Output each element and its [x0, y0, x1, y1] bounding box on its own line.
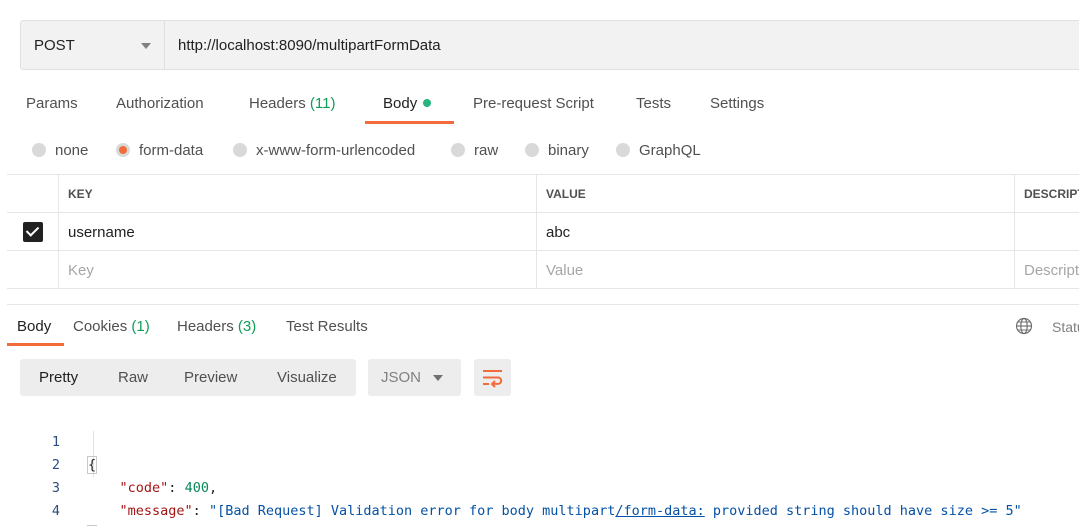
tab-headers[interactable]: Headers (11) [249, 84, 335, 124]
radio-form-data[interactable]: form-data [116, 136, 203, 164]
tab-label: Params [26, 95, 78, 112]
response-status-label: Status [1052, 319, 1079, 335]
json-string-link[interactable]: /form-data: [615, 503, 704, 519]
tab-tests[interactable]: Tests [636, 84, 671, 124]
request-tabs: Params Authorization Headers (11) Body P… [0, 84, 1079, 124]
code-text: "message": "[Bad Request] Validation err… [119, 503, 1022, 519]
response-tab-headers[interactable]: Headers (3) [177, 310, 256, 344]
headers-count: (11) [309, 95, 336, 112]
json-string-part: provided string should have size >= 5" [704, 503, 1022, 519]
response-tab-test-results[interactable]: Test Results [286, 310, 368, 344]
response-headers-count: (3) [237, 318, 257, 335]
table-header-row: KEY VALUE DESCRIPTION [7, 175, 1079, 213]
row-check-cell [7, 213, 58, 251]
view-preview-button[interactable]: Preview [184, 359, 237, 396]
new-key-input[interactable]: Key [58, 251, 536, 289]
method-label: POST [34, 36, 75, 54]
radio-dot-icon [32, 143, 46, 157]
request-url-bar: POST [20, 20, 1079, 70]
radio-dot-icon [616, 143, 630, 157]
form-data-table: KEY VALUE DESCRIPTION username abc Key V… [7, 174, 1079, 289]
tab-params[interactable]: Params [26, 84, 78, 124]
view-raw-button[interactable]: Raw [118, 359, 148, 396]
json-key: "message" [119, 503, 193, 519]
active-tab-indicator [365, 121, 454, 124]
row-value-cell[interactable]: abc [536, 213, 1014, 251]
wrap-lines-button[interactable] [474, 359, 511, 396]
wrap-lines-icon [483, 370, 503, 388]
globe-icon[interactable] [1015, 317, 1033, 335]
tab-label: Tests [636, 95, 672, 112]
code-line: 2 "code": 400, [0, 431, 1079, 496]
radio-dot-selected-icon [116, 143, 130, 157]
json-string-part: "[Bad Request] Validation error for body… [208, 503, 616, 519]
view-pretty-button[interactable]: Pretty [39, 359, 78, 396]
tab-authorization[interactable]: Authorization [116, 84, 204, 124]
tab-pre-request-script[interactable]: Pre-request Script [473, 84, 594, 124]
tab-label: Cookies [73, 318, 128, 335]
row-description-cell[interactable] [1014, 213, 1079, 251]
table-row: username abc [7, 213, 1079, 251]
code-line: 4 } [0, 477, 1079, 526]
chevron-down-icon [433, 375, 443, 381]
column-header-value: VALUE [536, 175, 1014, 213]
tab-label: Body [383, 95, 418, 112]
method-select[interactable]: POST [21, 21, 165, 69]
code-line: 1 { [0, 408, 1079, 474]
radio-label: GraphQL [639, 141, 701, 159]
row-check-cell [7, 251, 58, 289]
radio-label: binary [548, 141, 589, 159]
radio-dot-icon [233, 143, 247, 157]
response-body-viewer: 1 { 2 "code": 400, 3 "message": "[Bad Re… [0, 408, 1079, 526]
tab-label: Authorization [116, 95, 204, 112]
new-value-input[interactable]: Value [536, 251, 1014, 289]
line-number: 4 [51, 503, 60, 519]
body-modified-dot-icon [423, 99, 432, 107]
format-label: JSON [381, 369, 422, 386]
cookies-count: (1) [131, 318, 150, 335]
tab-label: Settings [710, 95, 765, 112]
format-select[interactable]: JSON [368, 359, 461, 396]
active-response-tab-indicator [7, 343, 64, 346]
view-visualize-button[interactable]: Visualize [277, 359, 337, 396]
radio-label: form-data [139, 141, 204, 159]
radio-graphql[interactable]: GraphQL [616, 136, 701, 164]
tab-settings[interactable]: Settings [710, 84, 764, 124]
column-header-description: DESCRIPTION [1014, 175, 1079, 213]
url-input[interactable] [165, 21, 1079, 69]
response-divider [7, 304, 1079, 305]
tab-label: Headers [249, 95, 306, 112]
tab-label: Body [17, 318, 52, 335]
response-tab-body[interactable]: Body [17, 310, 51, 344]
radio-none[interactable]: none [32, 136, 88, 164]
tab-label: Test Results [286, 318, 368, 335]
response-tabs: Body Cookies (1) Headers (3) Test Result… [0, 310, 1079, 346]
body-type-radios: none form-data x-www-form-urlencoded raw… [0, 136, 1079, 164]
header-check-cell [7, 175, 58, 213]
radio-binary[interactable]: binary [525, 136, 589, 164]
radio-dot-icon [451, 143, 465, 157]
json-string-value: "[Bad Request] Validation error for body… [209, 503, 1022, 519]
row-enabled-checkbox[interactable] [22, 222, 43, 242]
tab-label: Pre-request Script [473, 95, 594, 112]
radio-label: none [55, 141, 89, 159]
radio-raw[interactable]: raw [451, 136, 498, 164]
chevron-down-icon [141, 43, 151, 49]
radio-label: raw [474, 141, 499, 159]
column-header-key: KEY [58, 175, 536, 213]
code-line: 3 "message": "[Bad Request] Validation e… [0, 454, 1079, 519]
view-mode-group: Pretty Raw Preview Visualize [20, 359, 356, 396]
tab-body[interactable]: Body [383, 84, 432, 124]
table-row-new: Key Value Description [7, 251, 1079, 289]
radio-dot-icon [525, 143, 539, 157]
new-description-input[interactable]: Description [1014, 251, 1079, 289]
response-tab-cookies[interactable]: Cookies (1) [73, 310, 150, 344]
tab-label: Headers [177, 318, 234, 335]
radio-label: x-www-form-urlencoded [256, 141, 416, 159]
row-key-cell[interactable]: username [58, 213, 536, 251]
radio-x-www-form-urlencoded[interactable]: x-www-form-urlencoded [233, 136, 415, 164]
